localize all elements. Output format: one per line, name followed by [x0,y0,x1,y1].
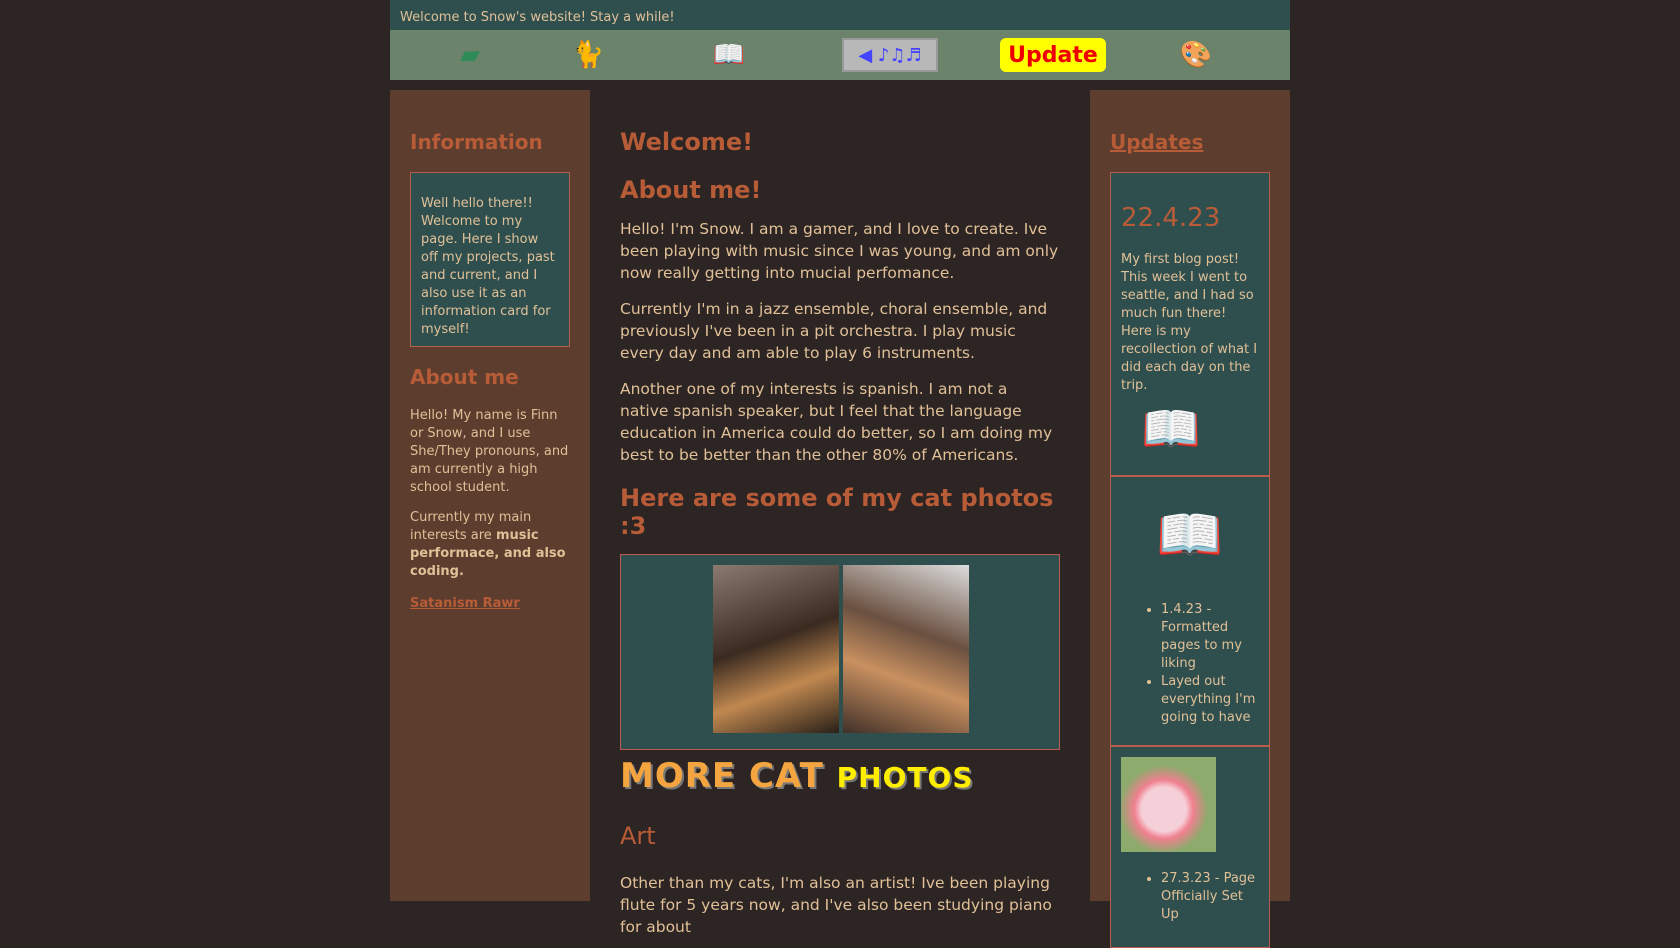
left-sidebar: Information Well hello there!! Welcome t… [390,90,590,901]
cat-photo-2[interactable] [843,565,969,733]
book-icon[interactable]: 📖 [698,38,760,72]
update-button[interactable]: Update [1000,38,1106,72]
music-paragraph: Currently I'm in a jazz ensemble, choral… [620,300,1048,362]
info-card: Well hello there!! Welcome to my page. H… [410,172,570,347]
info-text: Well hello there!! Welcome to my page. H… [421,196,555,337]
book-icon: 📖 [1156,503,1224,566]
welcome-text: Welcome to Snow's website! Stay a while! [400,10,675,25]
interests-text: Currently my main interests are music pe… [410,510,566,579]
blog-post: 22.4.23 My first blog post! This week I … [1111,173,1269,477]
book-icon: 📖 [1141,401,1201,457]
about-text: Hello! My name is Finn or Snow, and I us… [410,408,569,495]
site-banner: Welcome to Snow's website! Stay a while! [390,0,1290,30]
cat-icon[interactable]: 🐈 [558,38,618,72]
post-date: 22.4.23 [1121,203,1221,233]
spanish-paragraph: Another one of my interests is spanish. … [620,380,1053,464]
main-content: Welcome! About me! Hello! I'm Snow. I am… [590,90,1090,936]
cat-photos-heading: Here are some of my cat photos :3 [620,484,1054,540]
right-sidebar: Updates 22.4.23 My first blog post! This… [1090,90,1290,948]
art-heading: Art [620,822,656,850]
about-heading: About me [410,365,519,389]
updates-box: 22.4.23 My first blog post! This week I … [1110,172,1270,948]
art-paragraph: Other than my cats, I'm also an artist! … [620,874,1052,936]
cat-photo-1[interactable] [713,565,839,733]
update-entry: 📖 1.4.23 - Formatted pages to my likingL… [1111,477,1269,747]
satanism-link[interactable]: Satanism Rawr [410,596,520,611]
welcome-heading: Welcome! [620,128,754,156]
folder-icon[interactable]: ▰ [450,38,490,72]
about-me-heading: About me! [620,176,762,204]
nav-bar: ▰ 🐈 📖 ◀ ♪♫♬ Update 🎨 [390,30,1290,80]
cat-photo-box [620,554,1060,750]
information-heading: Information [410,130,543,154]
post-text: My first blog post! This week I went to … [1121,252,1258,393]
more-cat-photos-link[interactable]: MORE CAT PHOTOS [620,756,1060,796]
sylveon-image [1121,757,1216,852]
updates-link[interactable]: Updates [1110,130,1203,154]
intro-paragraph: Hello! I'm Snow. I am a gamer, and I lov… [620,220,1059,282]
update-entry: 27.3.23 - Page Officially Set Up [1111,747,1269,947]
palette-icon[interactable]: 🎨 [1168,38,1224,72]
music-icon[interactable]: ◀ ♪♫♬ [842,38,938,72]
